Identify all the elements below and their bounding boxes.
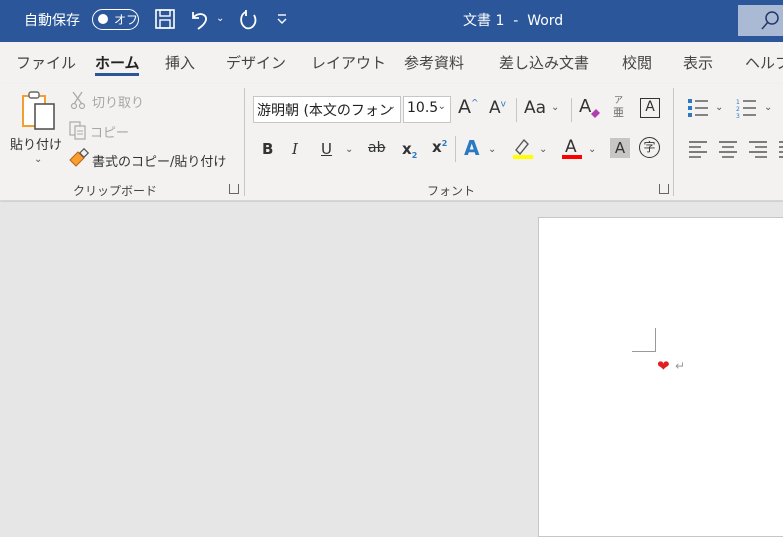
document-canvas: ❤ ↵: [0, 202, 783, 537]
paste-icon: [22, 91, 55, 130]
bold-button[interactable]: B: [262, 140, 273, 158]
tab-mailings[interactable]: 差し込み文書: [499, 52, 589, 73]
svg-text:A: A: [565, 137, 577, 157]
change-case-button[interactable]: Aa: [524, 98, 546, 118]
chevron-down-icon: ⌄: [437, 101, 446, 112]
paste-button[interactable]: 貼り付け ⌄: [8, 88, 64, 172]
phonetic-bottom: 亜: [613, 106, 624, 119]
font-size-dropdown[interactable]: 10.5 ⌄: [403, 96, 451, 123]
tab-references[interactable]: 参考資料: [404, 52, 464, 73]
chevron-down-icon[interactable]: ⌄: [539, 144, 547, 155]
chevron-down-icon[interactable]: ⌄: [764, 102, 772, 113]
format-painter-button[interactable]: 書式のコピー/貼り付け: [92, 151, 226, 170]
chevron-down-icon[interactable]: ⌄: [715, 102, 723, 113]
font-name-value: 游明朝 (本文のフォン: [257, 103, 393, 119]
character-shading-icon[interactable]: A: [610, 138, 630, 158]
clipboard-launcher-icon[interactable]: [229, 184, 239, 194]
svg-text:1: 1: [736, 99, 740, 106]
format-painter-icon: [68, 147, 90, 172]
customize-qat-icon[interactable]: [276, 10, 288, 34]
tab-view[interactable]: 表示: [683, 52, 713, 73]
ribbon: 貼り付け ⌄ 切り取り コピー 書式のコピー/貼り付け クリップボード 游明朝 …: [0, 84, 783, 201]
group-separator: [673, 88, 674, 196]
group-separator: [244, 88, 245, 196]
copy-button[interactable]: コピー: [90, 122, 129, 141]
enclose-characters-icon[interactable]: 字: [639, 137, 660, 158]
tab-file[interactable]: ファイル: [16, 52, 76, 73]
align-center-icon[interactable]: [718, 140, 738, 162]
strikethrough-button[interactable]: ab: [368, 140, 385, 156]
svg-text:2: 2: [736, 106, 740, 113]
tab-help[interactable]: ヘルプ: [745, 52, 783, 73]
paste-dropdown-icon[interactable]: ⌄: [34, 154, 42, 165]
underline-dropdown-icon[interactable]: ⌄: [345, 144, 353, 155]
tab-layout[interactable]: レイアウト: [311, 52, 386, 73]
save-icon[interactable]: [154, 8, 176, 35]
ribbon-tabs: ファイル ホーム 挿入 デザイン レイアウト 参考資料 差し込み文書 校閲 表示…: [0, 42, 783, 84]
clear-formatting-icon[interactable]: A: [579, 94, 603, 124]
superscript-button[interactable]: x2: [432, 138, 447, 156]
autosave-label: 自動保存: [24, 13, 80, 29]
redo-icon[interactable]: [236, 8, 260, 37]
shrink-font-icon[interactable]: Av: [489, 98, 506, 118]
paste-label: 貼り付け: [10, 138, 63, 153]
undo-icon[interactable]: [189, 8, 211, 35]
separator: [571, 98, 572, 122]
grow-font-icon[interactable]: A^: [458, 96, 479, 118]
separator: [455, 136, 456, 162]
numbering-icon[interactable]: 123: [736, 98, 758, 122]
font-launcher-icon[interactable]: [659, 184, 669, 194]
svg-text:3: 3: [736, 113, 740, 118]
margin-corner-mark: [632, 328, 656, 352]
tab-insert[interactable]: 挿入: [165, 52, 195, 73]
autosave-state: オフ: [114, 13, 139, 27]
paragraph-mark: ↵: [675, 359, 686, 373]
heart-glyph: ❤: [657, 357, 670, 375]
window-title: 文書 1 - Word: [463, 13, 564, 29]
character-border-icon[interactable]: A: [640, 98, 660, 118]
font-color-icon[interactable]: A: [561, 136, 583, 164]
chevron-down-icon[interactable]: ⌄: [488, 144, 496, 155]
phonetic-top: ア: [613, 96, 623, 106]
undo-dropdown-icon[interactable]: ⌄: [216, 13, 224, 24]
text-effects-icon[interactable]: A: [464, 136, 479, 160]
font-size-value: 10.5: [407, 100, 439, 116]
font-name-dropdown[interactable]: 游明朝 (本文のフォン ⌄: [253, 96, 401, 123]
chevron-down-icon[interactable]: ⌄: [551, 102, 559, 113]
align-right-icon[interactable]: [748, 140, 768, 162]
cut-icon: [70, 90, 86, 114]
separator: [516, 98, 517, 122]
phonetic-guide-icon[interactable]: ア亜: [613, 96, 624, 120]
chevron-down-icon: ⌄: [387, 101, 396, 112]
underline-button[interactable]: U: [321, 140, 332, 158]
clipboard-group-label: クリップボード: [73, 184, 158, 198]
search-icon: [761, 11, 779, 30]
tab-review[interactable]: 校閲: [622, 52, 652, 73]
italic-button[interactable]: I: [292, 140, 298, 158]
svg-text:A: A: [579, 96, 592, 117]
bullets-icon[interactable]: [688, 98, 710, 122]
tab-home[interactable]: ホーム: [95, 52, 140, 73]
document-page[interactable]: ❤ ↵: [538, 217, 783, 537]
cut-button[interactable]: 切り取り: [92, 92, 144, 111]
copy-icon: [68, 120, 88, 144]
autosave-toggle[interactable]: オフ: [92, 9, 139, 30]
subscript-button[interactable]: x2: [402, 140, 417, 160]
search-box[interactable]: [738, 5, 783, 36]
active-tab-indicator: [95, 73, 139, 76]
toggle-knob: [98, 14, 108, 24]
title-bar: 自動保存 オフ ⌄ 文書 1 - Word: [0, 0, 783, 42]
highlight-icon[interactable]: [512, 136, 534, 164]
justify-icon[interactable]: [778, 140, 783, 162]
tab-design[interactable]: デザイン: [226, 52, 286, 73]
font-group-label: フォント: [427, 184, 476, 198]
chevron-down-icon[interactable]: ⌄: [588, 144, 596, 155]
align-left-icon[interactable]: [688, 140, 708, 162]
